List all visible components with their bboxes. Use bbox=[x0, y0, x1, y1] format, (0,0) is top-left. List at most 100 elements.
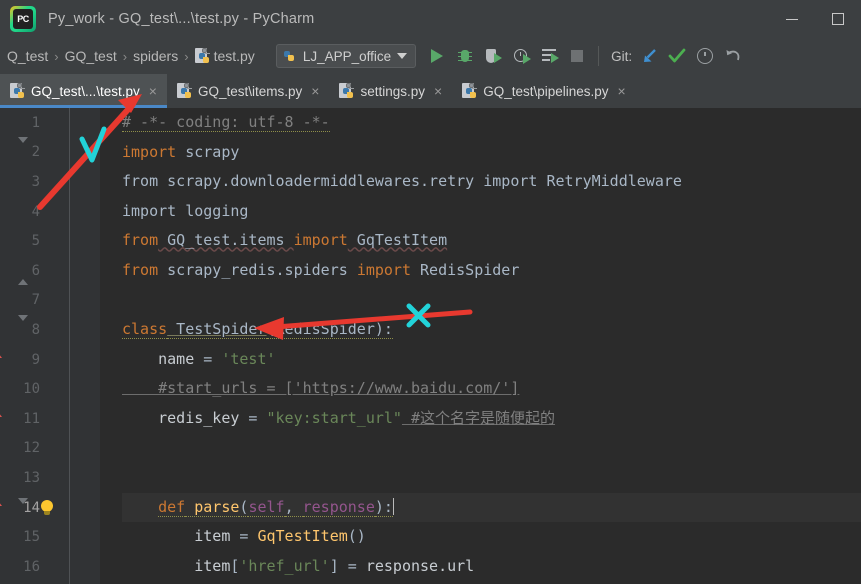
git-rollback-button[interactable] bbox=[720, 43, 746, 69]
code-token: "key:start_url" bbox=[266, 408, 402, 427]
code-token: import bbox=[483, 172, 538, 191]
pycharm-icon: PC bbox=[10, 6, 36, 32]
code-fold-icon[interactable] bbox=[18, 137, 28, 161]
code-line-8[interactable]: class TestSpider(RedisSpider): bbox=[122, 315, 861, 345]
tab-pipelines-py[interactable]: GQ_test\pipelines.py × bbox=[452, 74, 636, 108]
code-fold-icon[interactable] bbox=[18, 314, 28, 339]
run-configuration-selector[interactable]: LJ_APP_office bbox=[275, 44, 417, 68]
code-token: #这个名字是随便起的 bbox=[401, 408, 556, 427]
run-with-parameters-button[interactable] bbox=[536, 43, 562, 69]
maximize-button[interactable] bbox=[815, 0, 861, 38]
check-icon bbox=[668, 48, 686, 64]
debug-button[interactable] bbox=[452, 43, 478, 69]
git-history-button[interactable] bbox=[692, 43, 718, 69]
code-token: #start_urls = ['https://www.baidu.com/'] bbox=[122, 379, 520, 398]
toolbar-divider bbox=[598, 46, 600, 66]
code-token: name bbox=[158, 349, 195, 368]
code-line-1[interactable]: # -*- coding: utf-8 -*- bbox=[122, 108, 861, 138]
clock-run-icon bbox=[513, 48, 531, 64]
code-token: # -*- coding: utf-8 -*- bbox=[122, 113, 330, 132]
code-token: parse bbox=[185, 497, 240, 517]
code-token: from bbox=[122, 172, 159, 191]
window-title: Py_work - GQ_test\...\test.py - PyCharm bbox=[48, 11, 315, 27]
minimize-button[interactable] bbox=[769, 0, 815, 38]
code-token: TestSpider bbox=[167, 320, 267, 340]
undo-icon bbox=[725, 49, 741, 63]
lines-run-icon bbox=[541, 49, 559, 63]
code-fold-end-icon[interactable] bbox=[18, 261, 28, 285]
breadcrumb-item-2[interactable]: spiders bbox=[128, 48, 183, 64]
code-line-15[interactable]: item = GqTestItem() bbox=[122, 522, 861, 552]
line-number: 10 bbox=[23, 381, 40, 398]
python-file-icon bbox=[462, 83, 478, 99]
line-number: 11 bbox=[23, 410, 40, 427]
profile-button[interactable] bbox=[508, 43, 534, 69]
code-fold-icon[interactable] bbox=[18, 497, 28, 522]
run-button[interactable] bbox=[424, 43, 450, 69]
tab-label: GQ_test\items.py bbox=[197, 83, 303, 99]
code-line-12[interactable] bbox=[122, 434, 861, 464]
code-line-16[interactable]: item['href_url'] = response.url bbox=[122, 552, 861, 582]
code-token: = bbox=[338, 556, 366, 575]
python-file-icon bbox=[10, 83, 25, 99]
code-token: ] bbox=[329, 556, 339, 575]
code-line-11[interactable]: redis_key = "key:start_url" #这个名字是随便起的 bbox=[122, 404, 861, 434]
tab-label: GQ_test\...\test.py bbox=[31, 83, 140, 99]
code-editor[interactable]: 1 2 3 4 5 6 7 8 9 10 11 12 13 14 15 16 #… bbox=[0, 108, 861, 584]
code-line-10[interactable]: #start_urls = ['https://www.baidu.com/'] bbox=[122, 374, 861, 404]
code-line-4[interactable]: import logging bbox=[122, 197, 861, 227]
code-line-2[interactable]: import scrapy bbox=[122, 138, 861, 168]
code-token: ): bbox=[374, 497, 393, 517]
code-token: scrapy bbox=[176, 142, 240, 161]
title-bar: PC Py_work - GQ_test\...\test.py - PyCha… bbox=[0, 0, 861, 38]
code-line-3[interactable]: from scrapy.downloadermiddlewares.retry … bbox=[122, 167, 861, 197]
code-token: def bbox=[158, 497, 186, 517]
code-token: self bbox=[248, 497, 285, 517]
close-icon[interactable]: × bbox=[149, 84, 157, 98]
code-token: response.url bbox=[365, 556, 475, 575]
line-number: 13 bbox=[23, 469, 40, 486]
code-line-9[interactable]: name = 'test' bbox=[122, 345, 861, 375]
play-icon bbox=[431, 49, 444, 63]
code-token: response bbox=[302, 497, 375, 517]
line-number: 9 bbox=[31, 351, 40, 368]
code-text-area[interactable]: # -*- coding: utf-8 -*- import scrapy fr… bbox=[100, 108, 861, 584]
tab-test-py[interactable]: GQ_test\...\test.py × bbox=[0, 74, 167, 108]
stop-button[interactable] bbox=[564, 43, 590, 69]
close-icon[interactable]: × bbox=[311, 84, 319, 98]
code-token: redis_key bbox=[158, 408, 240, 427]
run-coverage-button[interactable] bbox=[480, 43, 506, 69]
code-line-7[interactable] bbox=[122, 286, 861, 316]
breadcrumb-item-1[interactable]: GQ_test bbox=[60, 48, 122, 64]
code-line-6[interactable]: from scrapy_redis.spiders import RedisSp… bbox=[122, 256, 861, 286]
code-token: item bbox=[194, 527, 231, 546]
tab-items-py[interactable]: GQ_test\items.py × bbox=[167, 74, 329, 108]
code-token: = bbox=[239, 408, 267, 427]
code-token: RedisSpider bbox=[411, 260, 520, 279]
close-icon[interactable]: × bbox=[434, 84, 442, 98]
code-token: GqTestItem bbox=[347, 231, 448, 250]
breadcrumb-item-0[interactable]: Q_test bbox=[2, 48, 53, 64]
line-number: 12 bbox=[23, 440, 40, 457]
line-number: 4 bbox=[31, 203, 40, 220]
text-caret bbox=[392, 497, 395, 515]
code-line-14[interactable]: def parse(self, response): bbox=[122, 492, 861, 523]
git-update-button[interactable] bbox=[636, 43, 662, 69]
close-icon[interactable]: × bbox=[618, 84, 626, 98]
code-line-13[interactable] bbox=[122, 463, 861, 493]
editor-gutter[interactable]: 1 2 3 4 5 6 7 8 9 10 11 12 13 14 15 16 bbox=[0, 108, 100, 584]
code-token: scrapy.downloadermiddlewares.retry bbox=[158, 172, 484, 191]
line-number: 15 bbox=[23, 529, 40, 546]
git-commit-button[interactable] bbox=[664, 43, 690, 69]
python-file-icon bbox=[176, 83, 192, 99]
python-file-icon bbox=[339, 83, 355, 99]
code-line-5[interactable]: from GQ_test.items import GqTestItem bbox=[122, 226, 861, 256]
code-token: = bbox=[230, 527, 258, 546]
tab-settings-py[interactable]: settings.py × bbox=[329, 74, 452, 108]
breadcrumb-item-3[interactable]: test.py bbox=[190, 48, 260, 64]
code-token: GqTestItem bbox=[257, 527, 348, 546]
line-number: 5 bbox=[31, 233, 40, 250]
